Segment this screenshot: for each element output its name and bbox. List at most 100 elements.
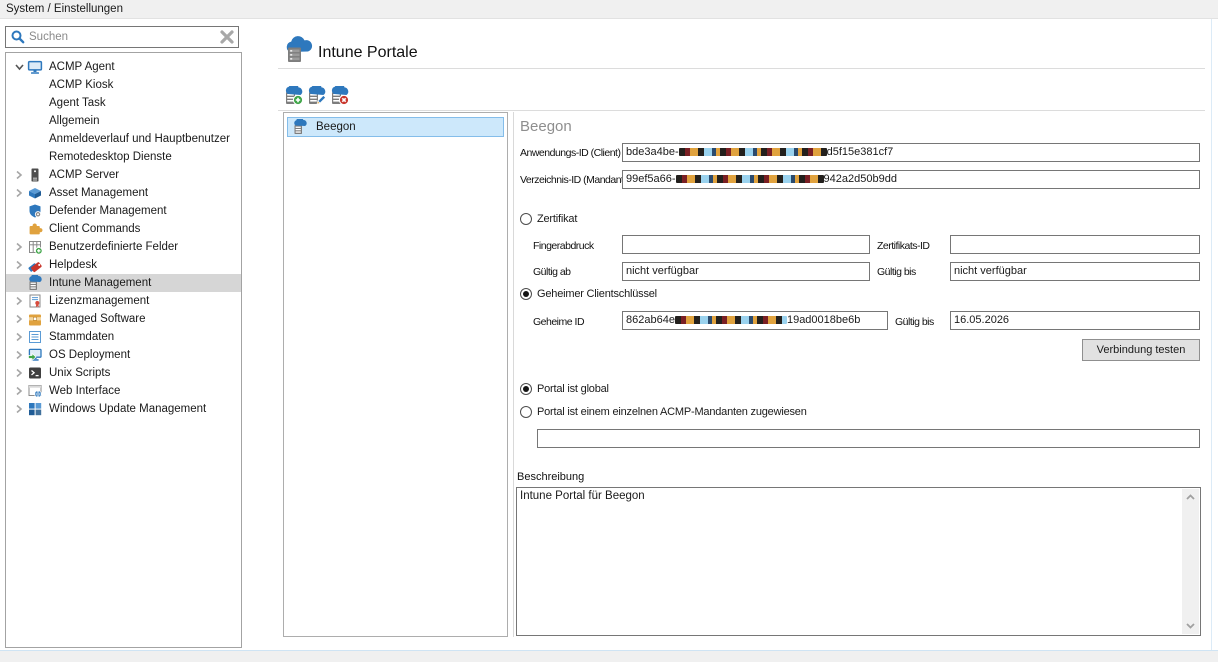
tree-item-stammdaten[interactable]: Stammdaten [6, 328, 241, 346]
tree-item-acmp-agent[interactable]: ACMP Agent [6, 58, 241, 76]
radio-circle[interactable] [520, 383, 532, 395]
tree-item-acmp-server[interactable]: ACMP Server [6, 166, 241, 184]
puzzle-icon [27, 221, 43, 237]
search-icon [10, 29, 26, 45]
clear-search-icon[interactable] [219, 29, 235, 45]
tree-item-remotedesktop-dienste[interactable]: Remotedesktop Dienste [6, 148, 241, 166]
valid-from-input[interactable]: nicht verfügbar [622, 262, 870, 281]
fingerprint-input[interactable] [622, 235, 870, 254]
tree-item-label: Lizenzmanagement [49, 295, 149, 307]
tree-item-os-deployment[interactable]: OS Deployment [6, 346, 241, 364]
description-text: Intune Portal für Beegon [520, 490, 1178, 502]
redaction-scribble [676, 175, 824, 183]
chevron-spacer [14, 223, 27, 235]
terminal-icon [27, 365, 43, 381]
chevron-right-icon[interactable] [14, 313, 27, 325]
tree-item-label: Defender Management [49, 205, 167, 217]
tree-item-label: Anmeldeverlauf und Hauptbenutzer [49, 133, 230, 145]
add-portal-button[interactable] [283, 86, 304, 106]
tree-item-label: Web Interface [49, 385, 120, 397]
portal-global-radio[interactable]: Portal ist global [520, 383, 609, 395]
window-title: System / Einstellungen [0, 0, 1218, 19]
tree-item-windows-update-management[interactable]: Windows Update Management [6, 400, 241, 418]
chevron-right-icon[interactable] [14, 259, 27, 271]
edit-portal-button[interactable] [306, 86, 327, 106]
description-label: Beschreibung [517, 471, 584, 483]
tree-item-helpdesk[interactable]: Helpdesk [6, 256, 241, 274]
test-connection-button[interactable]: Verbindung testen [1082, 339, 1200, 361]
tree-item-managed-software[interactable]: Managed Software [6, 310, 241, 328]
tree-item-asset-management[interactable]: Asset Management [6, 184, 241, 202]
tree-item-label: Managed Software [49, 313, 146, 325]
tree-item-intune-management[interactable]: Intune Management [6, 274, 241, 292]
server-icon [27, 167, 43, 183]
portal-assigned-radio[interactable]: Portal ist einem einzelnen ACMP-Mandante… [520, 406, 807, 418]
zertifikat-radio-label: Zertifikat [537, 213, 577, 225]
chevron-right-icon[interactable] [14, 385, 27, 397]
tree-item-label: ACMP Kiosk [49, 79, 113, 91]
search-placeholder: Suchen [29, 31, 219, 43]
cloud-server-icon [292, 119, 308, 135]
cert-id-label: Zertifikats-ID [877, 240, 930, 252]
geheimer-clientschluessel-radio-label: Geheimer Clientschlüssel [537, 288, 657, 300]
chevron-right-icon[interactable] [14, 331, 27, 343]
tree-item-lizenzmanagement[interactable]: Lizenzmanagement [6, 292, 241, 310]
tree-item-acmp-kiosk[interactable]: ACMP Kiosk [6, 76, 241, 94]
redaction-scribble [679, 148, 827, 156]
window-right-frame [1211, 19, 1212, 650]
radio-circle[interactable] [520, 213, 532, 225]
secret-id-input[interactable]: 862ab64e19ad0018be6b [622, 311, 888, 330]
portal-form-title: Beegon [520, 118, 572, 135]
settings-tree: ACMP Agent ACMP Kiosk Agent TaskAllgemein A… [5, 52, 242, 648]
chevron-right-icon[interactable] [14, 349, 27, 361]
app-id-input[interactable]: bde3a4be-d5f15e381cf7 [622, 143, 1200, 162]
tree-item-allgemein[interactable]: Allgemein [6, 112, 241, 130]
tree-item-agent-task[interactable]: Agent Task [6, 94, 241, 112]
tree-item-label: OS Deployment [49, 349, 130, 361]
cert-id-input[interactable] [950, 235, 1200, 254]
chevron-right-icon[interactable] [14, 295, 27, 307]
secret-valid-to-input[interactable]: 16.05.2026 [950, 311, 1200, 330]
secret-id-label: Geheime ID [533, 316, 584, 328]
zertifikat-radio[interactable]: Zertifikat [520, 213, 577, 225]
scroll-up-icon[interactable] [1184, 491, 1197, 504]
tree-item-defender-management[interactable]: Defender Management [6, 202, 241, 220]
description-textarea[interactable]: Intune Portal für Beegon [516, 487, 1201, 636]
scroll-down-icon[interactable] [1184, 619, 1197, 632]
textarea-scrollbar[interactable] [1182, 489, 1199, 634]
delete-portal-button[interactable] [329, 86, 350, 106]
tree-item-benutzerdefinierte-felder[interactable]: Benutzerdefinierte Felder [6, 238, 241, 256]
browser-globe-icon [27, 383, 43, 399]
chevron-right-icon[interactable] [14, 403, 27, 415]
tree-item-client-commands[interactable]: Client Commands [6, 220, 241, 238]
chevron-spacer [14, 277, 27, 289]
portal-list-item-beegon[interactable]: Beegon [287, 117, 504, 137]
chevron-right-icon[interactable] [14, 187, 27, 199]
radio-circle[interactable] [520, 406, 532, 418]
tree-item-label: Intune Management [49, 277, 151, 289]
tag-icon [27, 257, 43, 273]
geheimer-clientschluessel-radio[interactable]: Geheimer Clientschlüssel [520, 288, 657, 300]
tree-item-anmeldeverlauf-und-hauptbenutzer[interactable]: Anmeldeverlauf und Hauptbenutzer [6, 130, 241, 148]
list-icon [27, 329, 43, 345]
tree-item-unix-scripts[interactable]: Unix Scripts [6, 364, 241, 382]
chevron-right-icon[interactable] [14, 169, 27, 181]
chevron-right-icon[interactable] [14, 367, 27, 379]
tree-item-label: Asset Management [49, 187, 148, 199]
cert-valid-to-input[interactable]: nicht verfügbar [950, 262, 1200, 281]
app-window: System / Einstellungen Suchen ACMP Agent… [0, 0, 1218, 662]
search-input[interactable]: Suchen [5, 26, 239, 48]
chevron-right-icon[interactable] [14, 241, 27, 253]
valid-from-label: Gültig ab [533, 266, 571, 278]
dir-id-input[interactable]: 99ef5a66-942a2d50b9dd [622, 170, 1200, 189]
radio-circle[interactable] [520, 288, 532, 300]
shield-icon [27, 203, 43, 219]
app-id-label: Anwendungs-ID (Client) [520, 147, 620, 159]
chevron-down-icon[interactable] [14, 61, 27, 73]
tree-item-label: Client Commands [49, 223, 140, 235]
license-icon [27, 293, 43, 309]
tree-item-web-interface[interactable]: Web Interface [6, 382, 241, 400]
tenant-input[interactable] [537, 429, 1200, 448]
portal-list: Beegon [283, 112, 508, 637]
intune-portale-cloud-server-icon [284, 36, 314, 63]
